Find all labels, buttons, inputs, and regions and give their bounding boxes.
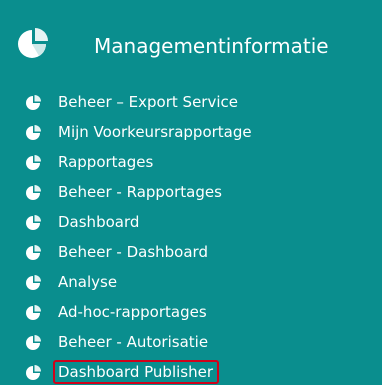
menu-item[interactable]: Beheer - Dashboard — [26, 240, 208, 264]
pie-chart-icon — [26, 154, 42, 170]
menu-item-label: Dashboard — [58, 213, 140, 231]
pie-chart-icon — [26, 244, 42, 260]
menu-item[interactable]: Beheer – Export Service — [26, 90, 238, 114]
management-info-panel: Managementinformatie Beheer – Export Ser… — [0, 0, 382, 385]
menu-item[interactable]: Dashboard Publisher — [26, 360, 220, 384]
menu-item[interactable]: Rapportages — [26, 150, 153, 174]
panel-header: Managementinformatie — [0, 0, 382, 80]
menu-item[interactable]: Ad-hoc-rapportages — [26, 300, 207, 324]
header-title: Managementinformatie — [94, 34, 329, 58]
pie-chart-icon — [26, 94, 42, 110]
menu-item-label: Beheer - Autorisatie — [58, 333, 209, 351]
menu-item[interactable]: Dashboard — [26, 210, 139, 234]
menu-item-label: Beheer – Export Service — [58, 93, 238, 111]
menu-item-label: Beheer - Rapportages — [58, 183, 222, 201]
menu-item-label: Ad-hoc-rapportages — [58, 303, 207, 321]
pie-chart-icon — [26, 184, 42, 200]
pie-chart-icon — [26, 274, 42, 290]
menu-item[interactable]: Mijn Voorkeursrapportage — [26, 120, 252, 144]
pie-chart-icon — [26, 334, 42, 350]
menu-item-label: Analyse — [58, 273, 118, 291]
menu-item[interactable]: Analyse — [26, 270, 117, 294]
pie-chart-icon — [26, 214, 42, 230]
pie-chart-icon — [26, 364, 42, 380]
menu-item[interactable]: Beheer - Rapportages — [26, 180, 222, 204]
pie-chart-icon — [26, 124, 42, 140]
pie-chart-icon — [26, 304, 42, 320]
pie-chart-icon — [17, 27, 53, 59]
menu-item[interactable]: Beheer - Autorisatie — [26, 330, 208, 354]
menu-item-label: Beheer - Dashboard — [58, 243, 208, 261]
menu-item-label: Mijn Voorkeursrapportage — [58, 123, 252, 141]
menu-item-label: Rapportages — [58, 153, 154, 171]
menu-item-label: Dashboard Publisher — [53, 360, 220, 384]
